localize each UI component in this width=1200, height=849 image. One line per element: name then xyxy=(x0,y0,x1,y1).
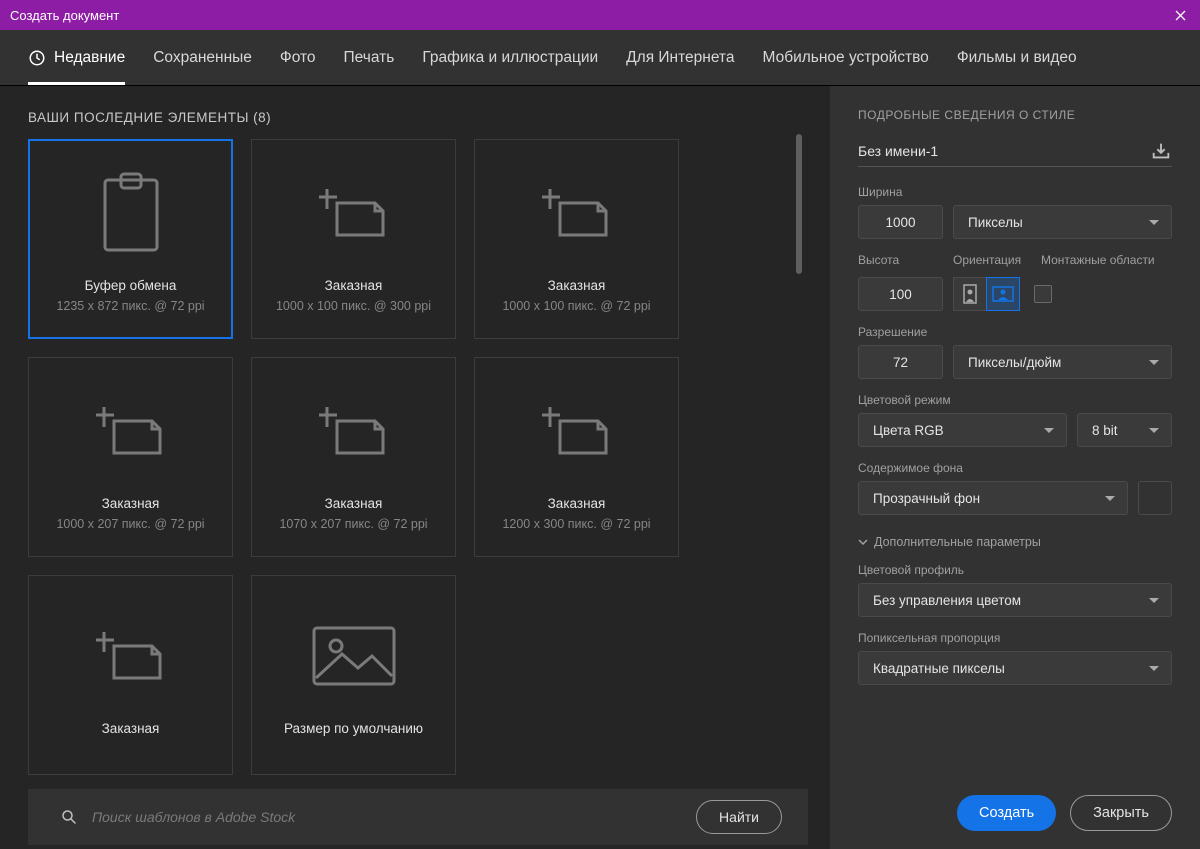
resolution-label: Разрешение xyxy=(858,325,1172,339)
background-select[interactable]: Прозрачный фон xyxy=(858,481,1128,515)
download-icon xyxy=(1150,140,1172,162)
color-profile-label: Цветовой профиль xyxy=(858,563,1172,577)
landscape-icon xyxy=(992,286,1014,302)
bit-depth-select[interactable]: 8 bit xyxy=(1077,413,1172,447)
preset-label: Заказная xyxy=(102,496,160,511)
preset-dimensions: 1000 x 100 пикс. @ 72 ppi xyxy=(502,299,650,313)
background-label: Содержимое фона xyxy=(858,461,1172,475)
portrait-icon xyxy=(961,284,979,304)
preset-dimensions: 1000 x 207 пикс. @ 72 ppi xyxy=(56,517,204,531)
category-tabs: Недавние Сохраненные Фото Печать Графика… xyxy=(0,30,1200,86)
preset-card[interactable]: Размер по умолчанию xyxy=(251,575,456,775)
units-select[interactable]: Пикселы xyxy=(953,205,1172,239)
preset-card[interactable]: Заказная 1070 x 207 пикс. @ 72 ppi xyxy=(251,357,456,557)
tab-recent[interactable]: Недавние xyxy=(28,30,125,85)
preset-label: Заказная xyxy=(325,496,383,511)
tab-web[interactable]: Для Интернета xyxy=(626,30,734,85)
close-button[interactable]: Закрыть xyxy=(1070,795,1172,831)
tab-label: Печать xyxy=(344,49,395,67)
orientation-portrait[interactable] xyxy=(953,277,987,311)
width-label: Ширина xyxy=(858,185,1172,199)
custom-icon xyxy=(319,383,389,478)
color-profile-select[interactable]: Без управления цветом xyxy=(858,583,1172,617)
tab-label: Недавние xyxy=(54,49,125,67)
preset-label: Буфер обмена xyxy=(85,278,177,293)
preset-card[interactable]: Заказная 1000 x 207 пикс. @ 72 ppi xyxy=(28,357,233,557)
scrollbar-thumb[interactable] xyxy=(796,134,802,274)
tab-print[interactable]: Печать xyxy=(344,30,395,85)
search-icon xyxy=(60,808,78,826)
preset-card[interactable]: Заказная 1200 x 300 пикс. @ 72 ppi xyxy=(474,357,679,557)
preset-label: Размер по умолчанию xyxy=(284,721,423,736)
details-title: ПОДРОБНЫЕ СВЕДЕНИЯ О СТИЛЕ xyxy=(858,108,1172,122)
presets-scroll[interactable]: Буфер обмена 1235 x 872 пикс. @ 72 ppi Зак… xyxy=(28,139,808,775)
dialog-footer: Создать Закрыть xyxy=(858,795,1172,831)
preset-dimensions: 1235 x 872 пикс. @ 72 ppi xyxy=(56,299,204,313)
preset-label: Заказная xyxy=(548,496,606,511)
tab-label: Сохраненные xyxy=(153,49,252,67)
chevron-down-icon xyxy=(858,537,868,547)
tab-label: Графика и иллюстрации xyxy=(422,49,598,67)
image-icon xyxy=(310,608,398,703)
resolution-units-select[interactable]: Пикселы/дюйм xyxy=(953,345,1172,379)
orientation-toggle xyxy=(953,277,1020,311)
pixel-aspect-label: Попиксельная пропорция xyxy=(858,631,1172,645)
details-panel: ПОДРОБНЫЕ СВЕДЕНИЯ О СТИЛЕ Ширина Пиксел… xyxy=(830,86,1200,849)
preset-name-input[interactable] xyxy=(858,143,1140,159)
pixel-aspect-select[interactable]: Квадратные пикселы xyxy=(858,651,1172,685)
tab-label: Для Интернета xyxy=(626,49,734,67)
preset-card[interactable]: Заказная 1000 x 100 пикс. @ 300 ppi xyxy=(251,139,456,339)
tab-label: Мобильное устройство xyxy=(762,49,928,67)
tab-photo[interactable]: Фото xyxy=(280,30,316,85)
close-window-button[interactable] xyxy=(1170,5,1190,25)
preset-card[interactable]: Заказная 1000 x 100 пикс. @ 72 ppi xyxy=(474,139,679,339)
tab-saved[interactable]: Сохраненные xyxy=(153,30,252,85)
advanced-toggle[interactable]: Дополнительные параметры xyxy=(858,535,1172,549)
preset-card[interactable]: Заказная xyxy=(28,575,233,775)
width-input[interactable] xyxy=(858,205,943,239)
close-icon xyxy=(1175,10,1186,21)
save-preset-button[interactable] xyxy=(1150,140,1172,162)
recent-items-title: ВАШИ ПОСЛЕДНИЕ ЭЛЕМЕНТЫ (8) xyxy=(28,110,808,125)
tab-label: Фото xyxy=(280,49,316,67)
orientation-landscape[interactable] xyxy=(986,277,1020,311)
recent-icon xyxy=(28,49,46,67)
tab-art-illustration[interactable]: Графика и иллюстрации xyxy=(422,30,598,85)
preset-dimensions: 1070 x 207 пикс. @ 72 ppi xyxy=(279,517,427,531)
stock-search-button[interactable]: Найти xyxy=(696,800,782,834)
stock-search-bar: Найти xyxy=(28,789,808,845)
preset-card[interactable]: Буфер обмена 1235 x 872 пикс. @ 72 ppi xyxy=(28,139,233,339)
stock-search-input[interactable] xyxy=(92,809,628,825)
presets-grid: Буфер обмена 1235 x 872 пикс. @ 72 ppi Зак… xyxy=(28,139,790,775)
preset-dimensions: 1000 x 100 пикс. @ 300 ppi xyxy=(276,299,431,313)
artboards-label: Монтажные области xyxy=(1041,253,1172,267)
custom-icon xyxy=(542,165,612,260)
preset-label: Заказная xyxy=(325,278,383,293)
tab-film-video[interactable]: Фильмы и видео xyxy=(957,30,1077,85)
resolution-input[interactable] xyxy=(858,345,943,379)
preset-label: Заказная xyxy=(102,721,160,736)
preset-label: Заказная xyxy=(548,278,606,293)
height-input[interactable] xyxy=(858,277,943,311)
tab-label: Фильмы и видео xyxy=(957,49,1077,67)
window-title: Создать документ xyxy=(10,8,119,23)
height-label: Высота xyxy=(858,253,943,267)
title-bar: Создать документ xyxy=(0,0,1200,30)
presets-panel: ВАШИ ПОСЛЕДНИЕ ЭЛЕМЕНТЫ (8) Буфер обмена… xyxy=(0,86,830,849)
custom-icon xyxy=(96,383,166,478)
main-content: ВАШИ ПОСЛЕДНИЕ ЭЛЕМЕНТЫ (8) Буфер обмена… xyxy=(0,86,1200,849)
preset-dimensions: 1200 x 300 пикс. @ 72 ppi xyxy=(502,517,650,531)
custom-icon xyxy=(542,383,612,478)
orientation-label: Ориентация xyxy=(953,253,1031,267)
color-mode-select[interactable]: Цвета RGB xyxy=(858,413,1067,447)
tab-mobile[interactable]: Мобильное устройство xyxy=(762,30,928,85)
custom-icon xyxy=(319,165,389,260)
clipboard-icon xyxy=(101,165,161,260)
background-color-swatch[interactable] xyxy=(1138,481,1172,515)
create-button[interactable]: Создать xyxy=(957,795,1056,831)
color-mode-label: Цветовой режим xyxy=(858,393,1172,407)
custom-icon xyxy=(96,608,166,703)
artboards-checkbox[interactable] xyxy=(1034,285,1052,303)
